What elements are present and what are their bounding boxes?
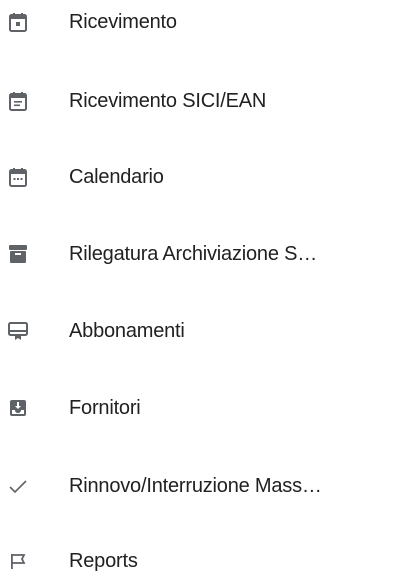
card-membership-icon bbox=[8, 321, 28, 341]
flag-outline-icon bbox=[8, 551, 28, 571]
check-icon bbox=[8, 476, 28, 496]
menu-item-fornitori[interactable]: Fornitori bbox=[0, 388, 399, 428]
menu-item-ricevimento-sici-ean[interactable]: Ricevimento SICI/EAN bbox=[0, 81, 399, 121]
menu-item-rilegatura-archiviazione[interactable]: Rilegatura Archiviazione S… bbox=[0, 234, 399, 274]
event-icon bbox=[8, 12, 28, 32]
menu-item-calendario[interactable]: Calendario bbox=[0, 157, 399, 197]
navigation-menu: Ricevimento Ricevimento SICI/EAN Calenda… bbox=[0, 0, 399, 576]
menu-item-reports[interactable]: Reports bbox=[0, 541, 399, 576]
menu-item-ricevimento[interactable]: Ricevimento bbox=[0, 2, 399, 42]
menu-item-label: Ricevimento SICI/EAN bbox=[69, 90, 267, 112]
menu-item-abbonamenti[interactable]: Abbonamenti bbox=[0, 311, 399, 351]
archive-icon bbox=[8, 244, 28, 264]
menu-item-label: Abbonamenti bbox=[69, 320, 185, 342]
menu-item-label: Ricevimento bbox=[69, 11, 177, 33]
move-to-inbox-icon bbox=[8, 398, 28, 418]
menu-item-label: Rinnovo/Interruzione Mass… bbox=[69, 475, 322, 497]
menu-item-label: Calendario bbox=[69, 166, 164, 188]
calendar-dots-icon bbox=[8, 167, 28, 187]
menu-item-label: Rilegatura Archiviazione S… bbox=[69, 243, 318, 265]
menu-item-rinnovo-interruzione[interactable]: Rinnovo/Interruzione Mass… bbox=[0, 466, 399, 506]
notes-icon bbox=[8, 91, 28, 111]
menu-item-label: Fornitori bbox=[69, 397, 141, 419]
menu-item-label: Reports bbox=[69, 550, 138, 572]
